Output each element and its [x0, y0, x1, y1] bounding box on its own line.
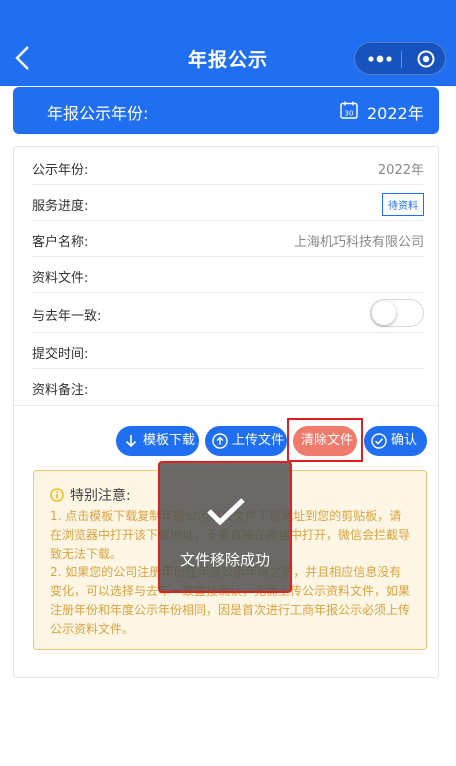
button-label: 上传文件 — [232, 433, 285, 448]
more-icon[interactable] — [367, 50, 393, 68]
row-data-remark: 资料备注: — [32, 369, 424, 405]
row-label: 提交时间: — [32, 347, 89, 362]
row-label: 公示年份: — [32, 163, 89, 178]
row-label: 资料文件: — [32, 271, 89, 286]
year-banner-label: 年报公示年份: — [47, 104, 149, 123]
year-banner: 年报公示年份: 30 2022年 — [13, 87, 439, 134]
row-label: 服务进度: — [32, 199, 89, 214]
nav-bar: 年报公示 — [0, 0, 456, 86]
close-miniprogram-icon[interactable] — [417, 50, 435, 68]
template-download-button[interactable]: 模板下载 — [116, 426, 199, 456]
upload-file-button[interactable]: 上传文件 — [205, 426, 287, 456]
success-toast: 文件移除成功 — [158, 461, 292, 593]
status-badge: 待资料 — [382, 193, 424, 216]
check-circle-icon — [371, 433, 387, 449]
capsule-divider — [401, 51, 402, 68]
row-data-file: 资料文件: — [32, 257, 424, 293]
toggle-knob — [372, 301, 396, 325]
notice-title: 特别注意: — [70, 488, 131, 504]
row-label: 客户名称: — [32, 235, 89, 250]
info-icon — [50, 488, 64, 502]
row-label: 资料备注: — [32, 383, 89, 398]
row-same-as-last-year: 与去年一致: — [32, 293, 424, 333]
same-as-last-year-toggle[interactable] — [370, 299, 424, 327]
button-label: 确认 — [391, 433, 418, 448]
download-arrow-icon — [125, 435, 137, 448]
confirm-button[interactable]: 确认 — [364, 426, 427, 456]
section-divider — [14, 405, 438, 406]
button-label: 模板下载 — [143, 433, 196, 448]
calendar-day: 30 — [345, 110, 354, 118]
miniprogram-capsule — [354, 42, 446, 75]
customer-name-value: 上海机巧科技有限公司 — [293, 235, 424, 250]
row-service-progress: 服务进度: 待资料 — [32, 185, 424, 221]
row-submit-time: 提交时间: — [32, 333, 424, 369]
calendar-icon[interactable]: 30 — [339, 100, 359, 120]
row-label: 与去年一致: — [32, 309, 102, 324]
row-publish-year: 公示年份: 2022年 — [32, 149, 424, 185]
highlight-box — [287, 418, 363, 462]
publish-year-value: 2022年 — [377, 163, 424, 178]
row-customer-name: 客户名称: 上海机巧科技有限公司 — [32, 221, 424, 257]
upload-icon — [212, 433, 228, 449]
year-banner-value[interactable]: 2022年 — [367, 100, 424, 124]
toast-message: 文件移除成功 — [179, 551, 270, 569]
checkmark-icon — [207, 498, 245, 525]
notice-heading: 特别注意: — [50, 485, 131, 505]
